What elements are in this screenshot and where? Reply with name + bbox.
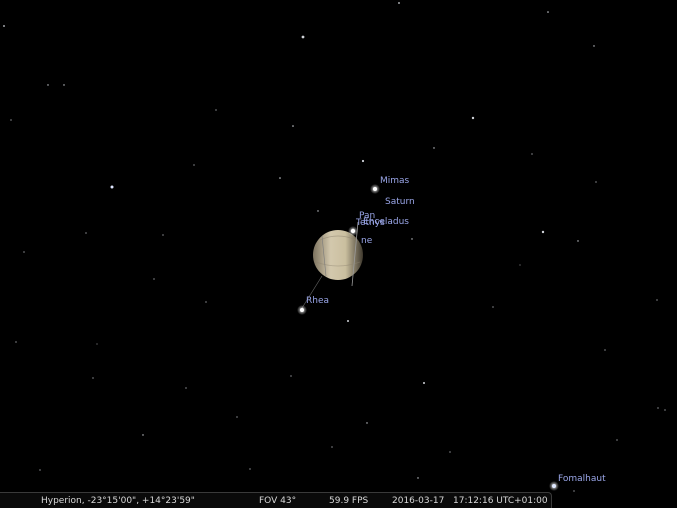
time-text: 17:12:16 UTC+01:00 xyxy=(453,496,548,506)
date-text: 2016-03-17 xyxy=(392,496,445,506)
rhea-label[interactable]: Rhea xyxy=(306,297,329,306)
mimas-moon[interactable] xyxy=(370,184,380,194)
fov-text: FOV 43° xyxy=(259,496,297,506)
location-text: Hyperion, -23°15'00", +14°23'59" xyxy=(41,496,195,506)
saturn-label[interactable]: Saturn xyxy=(385,198,415,207)
partial-moon-label[interactable]: ne xyxy=(361,237,372,246)
status-bar: Hyperion, -23°15'00", +14°23'59" FOV 43°… xyxy=(0,492,552,508)
mimas-label[interactable]: Mimas xyxy=(380,177,409,186)
fps-text: 59.9 FPS xyxy=(329,496,369,506)
sky-view[interactable] xyxy=(0,0,677,508)
rhea-moon[interactable] xyxy=(297,305,307,315)
fomalhaut-label[interactable]: Fomalhaut xyxy=(558,475,606,484)
enceladus-label[interactable]: Enceladus xyxy=(363,218,409,227)
